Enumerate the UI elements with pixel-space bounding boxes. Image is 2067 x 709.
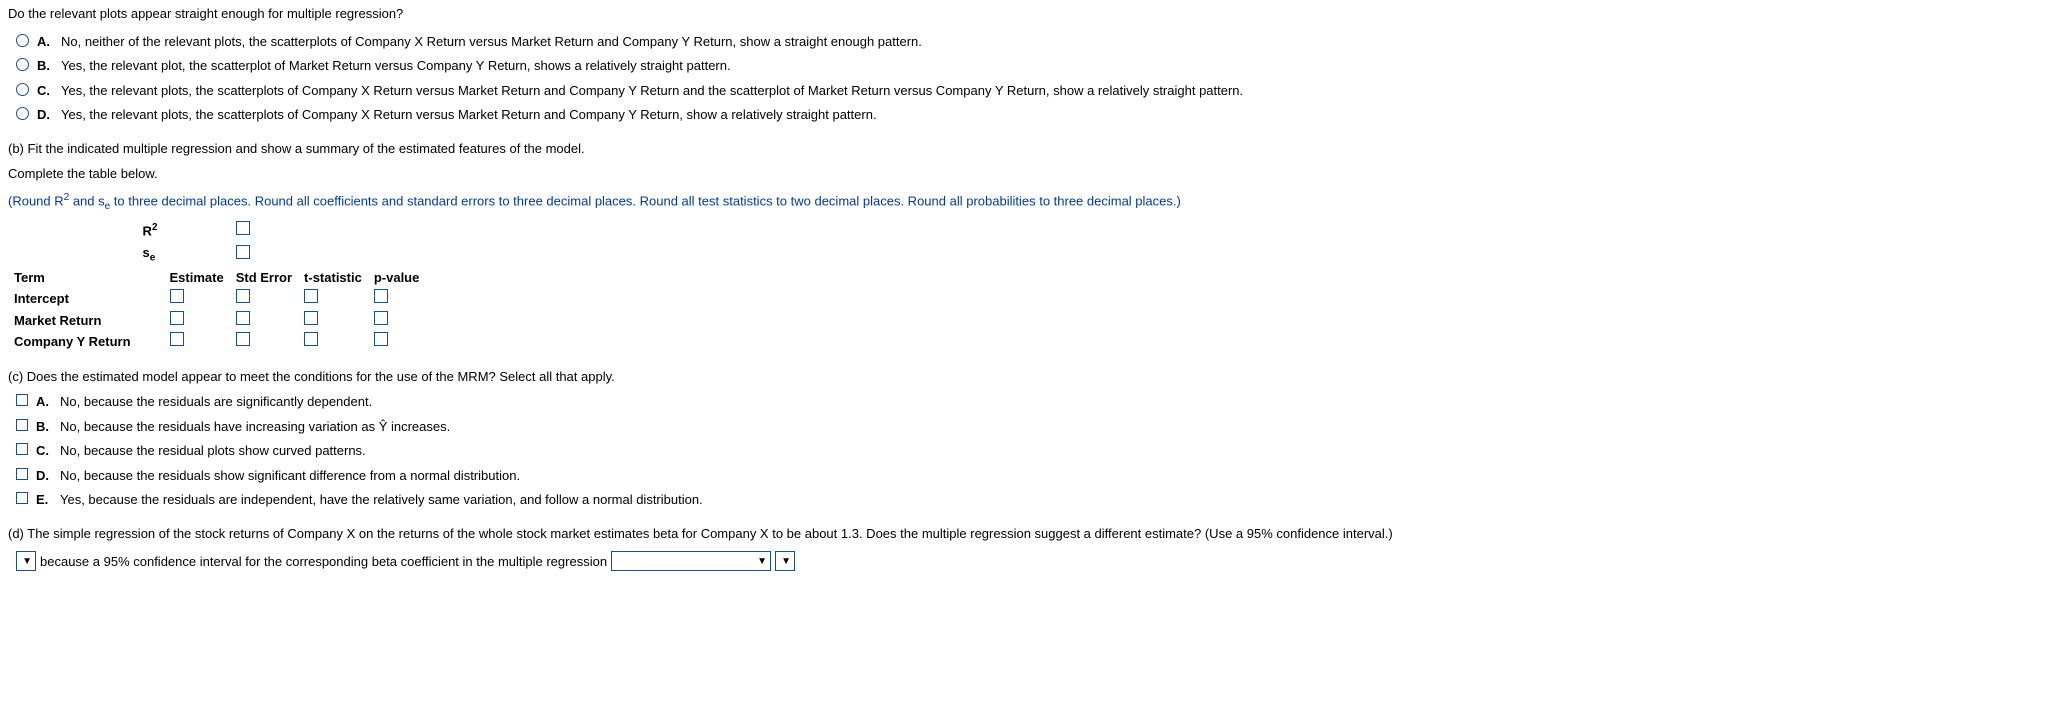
- row-market: Market Return: [8, 310, 425, 332]
- col-estimate: Estimate: [164, 267, 230, 289]
- option-text: Yes, the relevant plot, the scatterplot …: [61, 56, 2059, 76]
- market-pval-input[interactable]: [374, 311, 388, 325]
- option-text: Yes, the relevant plots, the scatterplot…: [61, 105, 2059, 125]
- companyy-estimate-input[interactable]: [170, 332, 184, 346]
- option-letter: B.: [37, 56, 53, 76]
- dropdown-1[interactable]: ▼: [16, 551, 36, 571]
- market-stderr-input[interactable]: [236, 311, 250, 325]
- check-d-row: D. No, because the residuals show signif…: [16, 466, 2059, 486]
- option-text: No, because the residuals are significan…: [60, 392, 2059, 412]
- r2-input[interactable]: [236, 221, 250, 235]
- col-tstat: t-statistic: [298, 267, 368, 289]
- radio-d[interactable]: [16, 107, 29, 120]
- companyy-stderr-input[interactable]: [236, 332, 250, 346]
- checkbox-e[interactable]: [16, 492, 28, 504]
- intercept-pval-input[interactable]: [374, 289, 388, 303]
- chevron-down-icon: ▼: [757, 554, 767, 569]
- option-text: No, because the residuals have increasin…: [60, 417, 2059, 437]
- option-b-row: B. Yes, the relevant plot, the scatterpl…: [16, 56, 2059, 76]
- radio-b[interactable]: [16, 58, 29, 71]
- row-label-market: Market Return: [8, 310, 137, 332]
- part-d-answer-row: ▼ because a 95% confidence interval for …: [16, 551, 2059, 571]
- option-letter: E.: [36, 490, 52, 510]
- option-letter: B.: [36, 417, 52, 437]
- check-a-row: A. No, because the residuals are signifi…: [16, 392, 2059, 412]
- row-label-intercept: Intercept: [8, 288, 137, 310]
- se-label: se: [137, 242, 164, 267]
- row-label-companyy: Company Y Return: [8, 331, 137, 353]
- part-c-prompt: (c) Does the estimated model appear to m…: [8, 367, 2059, 387]
- r2-label: R2: [137, 219, 164, 242]
- market-tstat-input[interactable]: [304, 311, 318, 325]
- checkbox-b[interactable]: [16, 419, 28, 431]
- radio-c[interactable]: [16, 83, 29, 96]
- intercept-tstat-input[interactable]: [304, 289, 318, 303]
- part-c-options: A. No, because the residuals are signifi…: [8, 392, 2059, 510]
- checkbox-a[interactable]: [16, 394, 28, 406]
- rounding-instructions: (Round R2 and se to three decimal places…: [8, 190, 2059, 214]
- option-text: No, neither of the relevant plots, the s…: [61, 32, 2059, 52]
- row-intercept: Intercept: [8, 288, 425, 310]
- col-stderr: Std Error: [230, 267, 298, 289]
- option-letter: A.: [36, 392, 52, 412]
- dropdown-2[interactable]: ▼: [611, 551, 771, 571]
- question-a-prompt: Do the relevant plots appear straight en…: [8, 4, 2059, 24]
- col-term: Term: [8, 267, 137, 289]
- option-letter: C.: [37, 81, 53, 101]
- dropdown-3[interactable]: ▼: [775, 551, 795, 571]
- option-letter: D.: [37, 105, 53, 125]
- companyy-tstat-input[interactable]: [304, 332, 318, 346]
- regression-table: R2 se Term Estimate Std Error t-statisti…: [8, 219, 2059, 352]
- checkbox-d[interactable]: [16, 468, 28, 480]
- sentence-text: because a 95% confidence interval for th…: [40, 552, 607, 572]
- option-letter: C.: [36, 441, 52, 461]
- se-input[interactable]: [236, 245, 250, 259]
- companyy-pval-input[interactable]: [374, 332, 388, 346]
- option-a-row: A. No, neither of the relevant plots, th…: [16, 32, 2059, 52]
- check-e-row: E. Yes, because the residuals are indepe…: [16, 490, 2059, 510]
- option-text: No, because the residuals show significa…: [60, 466, 2059, 486]
- radio-a[interactable]: [16, 34, 29, 47]
- option-text: Yes, the relevant plots, the scatterplot…: [61, 81, 2059, 101]
- checkbox-c[interactable]: [16, 443, 28, 455]
- part-b-heading: (b) Fit the indicated multiple regressio…: [8, 139, 2059, 159]
- option-letter: A.: [37, 32, 53, 52]
- option-text: No, because the residual plots show curv…: [60, 441, 2059, 461]
- part-d-prompt: (d) The simple regression of the stock r…: [8, 524, 2059, 544]
- col-pval: p-value: [368, 267, 426, 289]
- option-text: Yes, because the residuals are independe…: [60, 490, 2059, 510]
- market-estimate-input[interactable]: [170, 311, 184, 325]
- question-a-options: A. No, neither of the relevant plots, th…: [8, 32, 2059, 125]
- check-b-row: B. No, because the residuals have increa…: [16, 417, 2059, 437]
- chevron-down-icon: ▼: [781, 554, 791, 569]
- part-b-complete: Complete the table below.: [8, 164, 2059, 184]
- intercept-estimate-input[interactable]: [170, 289, 184, 303]
- check-c-row: C. No, because the residual plots show c…: [16, 441, 2059, 461]
- row-companyy: Company Y Return: [8, 331, 425, 353]
- option-letter: D.: [36, 466, 52, 486]
- intercept-stderr-input[interactable]: [236, 289, 250, 303]
- option-c-row: C. Yes, the relevant plots, the scatterp…: [16, 81, 2059, 101]
- option-d-row: D. Yes, the relevant plots, the scatterp…: [16, 105, 2059, 125]
- chevron-down-icon: ▼: [22, 554, 32, 569]
